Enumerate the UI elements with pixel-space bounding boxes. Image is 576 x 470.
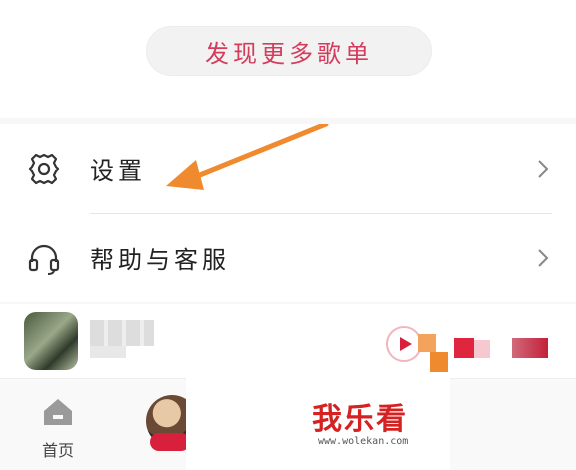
menu-item-help[interactable]: 帮助与客服 [0,213,576,302]
home-icon [44,399,72,425]
tab-home[interactable]: 首页 [36,395,80,465]
menu-item-label: 设置 [90,157,146,185]
pixelated-mosaic [418,334,436,352]
gear-icon [28,153,60,184]
mini-player[interactable] [0,304,576,378]
album-cover[interactable] [24,312,78,370]
discover-more-playlists-button[interactable]: 发现更多歌单 [146,26,432,76]
menu-item-settings[interactable]: 设置 [0,124,576,213]
pixelated-mosaic [430,352,448,372]
watermark-text: 我乐看 [312,402,408,437]
play-button[interactable] [386,326,422,362]
headset-icon [28,244,60,275]
tab-home-label: 首页 [42,441,75,460]
chevron-right-icon [538,159,549,178]
watermark-url: www.wolekan.com [318,436,409,447]
pixelated-mosaic [474,340,490,358]
menu-item-label: 帮助与客服 [90,246,230,274]
pixelated-mosaic [454,338,474,358]
pixelated-mosaic [512,338,548,358]
blurred-artist [90,346,126,358]
top-area: 发现更多歌单 [0,0,576,118]
menu-card: 设置 帮助与客服 [0,124,576,302]
watermark: 我乐看 www.wolekan.com [186,378,450,470]
playing-indicator [150,433,190,451]
blurred-song-title [90,320,154,346]
chevron-right-icon [538,248,549,267]
